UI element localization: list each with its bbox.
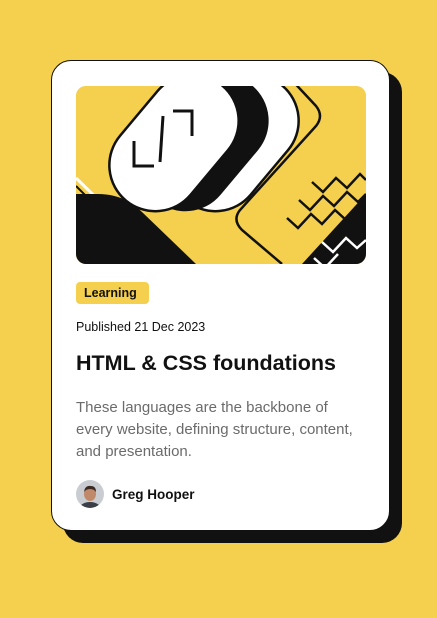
blog-preview-card: Learning Published 21 Dec 2023 HTML & CS…	[51, 60, 390, 531]
published-date: Published 21 Dec 2023	[76, 320, 206, 334]
category-tag: Learning	[76, 282, 149, 304]
author-avatar	[76, 480, 104, 508]
author-name: Greg Hooper	[112, 486, 195, 502]
author: Greg Hooper	[76, 480, 195, 508]
card-title[interactable]: HTML & CSS foundations	[76, 351, 336, 376]
card-description: These languages are the backbone of ever…	[76, 399, 353, 460]
card-illustration	[76, 86, 366, 264]
